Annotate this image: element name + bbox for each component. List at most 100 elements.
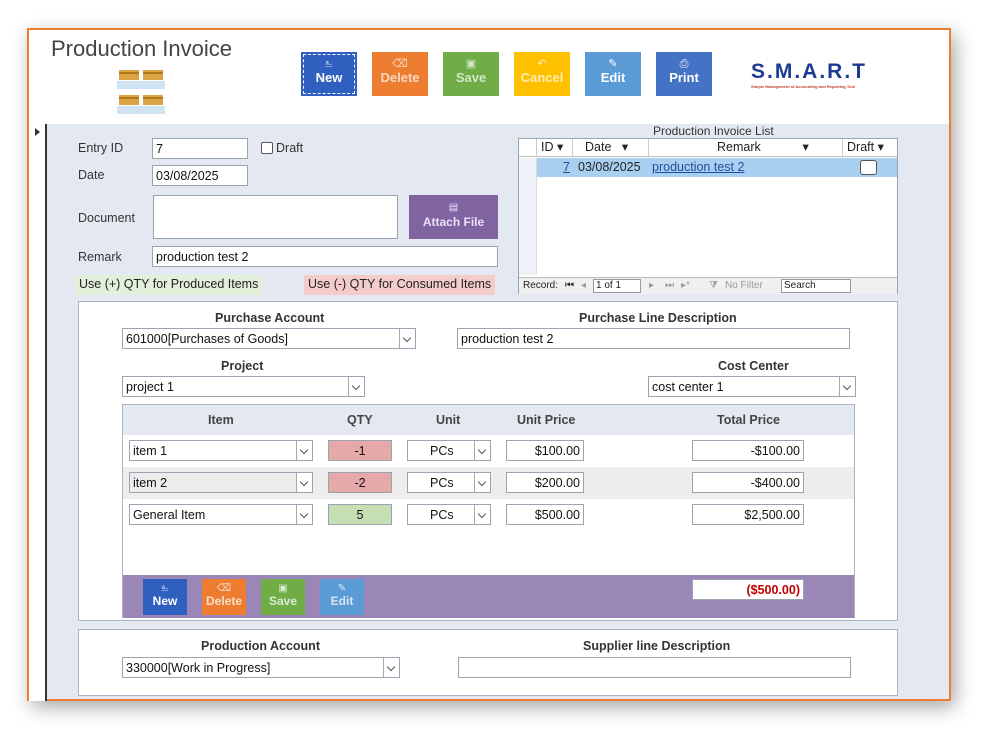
table-row: item 2 -2 PCs $200.00 -$400.00 bbox=[123, 467, 854, 499]
project-label: Project bbox=[221, 359, 264, 373]
project-select[interactable]: project 1 bbox=[122, 376, 365, 397]
remark-field[interactable]: production test 2 bbox=[152, 246, 498, 267]
prev-record-icon[interactable]: ◂ bbox=[581, 278, 586, 294]
header: Production Invoice ⎁ New ⌫ Delete ▣ Save ↶ C… bbox=[29, 30, 949, 124]
date-field[interactable]: 03/08/2025 bbox=[152, 165, 248, 186]
pallet-boxes-icon bbox=[117, 70, 165, 114]
current-record-arrow-icon bbox=[35, 128, 40, 136]
line-edit-button[interactable]: ✎ Edit bbox=[320, 579, 364, 615]
print-icon: ⎙ bbox=[679, 58, 689, 70]
item-select[interactable]: General Item bbox=[129, 504, 313, 525]
filter-icon: ⧩ bbox=[709, 280, 718, 291]
chevron-down-icon[interactable] bbox=[383, 658, 399, 677]
list-cell-remark[interactable]: production test 2 bbox=[649, 158, 843, 177]
last-record-icon[interactable]: ⏭ bbox=[665, 278, 674, 294]
list-col-date[interactable]: Date ▾ bbox=[573, 139, 649, 157]
unit-select[interactable]: PCs bbox=[407, 440, 491, 461]
purchase-account-select[interactable]: 601000[Purchases of Goods] bbox=[122, 328, 416, 349]
qty-field[interactable]: 5 bbox=[328, 504, 392, 525]
edit-icon: ✎ bbox=[608, 58, 618, 70]
table-row: General Item 5 PCs $500.00 $2,500.00 bbox=[123, 499, 854, 531]
line-save-button[interactable]: ▣ Save bbox=[261, 579, 305, 615]
lines-footer: ⎁ New ⌫ Delete ▣ Save ✎ Edit ($500.00) bbox=[123, 575, 854, 618]
col-qty: QTY bbox=[347, 413, 373, 427]
unit-select[interactable]: PCs bbox=[407, 504, 491, 525]
list-cell-draft bbox=[843, 158, 897, 177]
line-delete-button[interactable]: ⌫ Delete bbox=[202, 579, 246, 615]
document-label: Document bbox=[78, 211, 135, 225]
new-button[interactable]: ⎁ New bbox=[301, 52, 357, 96]
item-select[interactable]: item 1 bbox=[129, 440, 313, 461]
search-input[interactable]: Search bbox=[781, 279, 851, 293]
chevron-down-icon[interactable] bbox=[296, 505, 312, 524]
save-icon: ▣ bbox=[465, 58, 477, 70]
line-new-button[interactable]: ⎁ New bbox=[143, 579, 187, 615]
eraser-icon: ⌫ bbox=[392, 58, 408, 70]
record-position[interactable]: 1 of 1 bbox=[593, 279, 641, 293]
cancel-button[interactable]: ↶ Cancel bbox=[514, 52, 570, 96]
chevron-down-icon[interactable] bbox=[474, 505, 490, 524]
col-total-price: Total Price bbox=[717, 413, 780, 427]
list-draft-checkbox[interactable] bbox=[860, 160, 877, 175]
cost-center-select[interactable]: cost center 1 bbox=[648, 376, 856, 397]
production-account-label: Production Account bbox=[201, 639, 320, 653]
unit-price-field[interactable]: $500.00 bbox=[506, 504, 584, 525]
table-row: item 1 -1 PCs $100.00 -$100.00 bbox=[123, 435, 854, 467]
new-record-icon[interactable]: ▸* bbox=[681, 278, 690, 294]
no-filter-label[interactable]: No Filter bbox=[725, 278, 763, 294]
delete-button[interactable]: ⌫ Delete bbox=[372, 52, 428, 96]
edit-button[interactable]: ✎ Edit bbox=[585, 52, 641, 96]
next-record-icon[interactable]: ▸ bbox=[649, 278, 654, 294]
document-field[interactable] bbox=[153, 195, 398, 239]
production-section: Production Account 330000[Work in Progre… bbox=[78, 629, 898, 696]
purchase-account-label: Purchase Account bbox=[215, 311, 325, 325]
lines-header: Item QTY Unit Unit Price Total Price bbox=[123, 405, 854, 435]
entry-id-field[interactable]: 7 bbox=[152, 138, 248, 159]
list-cell-date: 03/08/2025 bbox=[573, 158, 649, 177]
undo-icon: ↶ bbox=[537, 58, 547, 70]
unit-price-field[interactable]: $100.00 bbox=[506, 440, 584, 461]
new-icon: ⎁ bbox=[324, 58, 334, 70]
hint-produced: Use (+) QTY for Produced Items bbox=[75, 275, 263, 295]
col-unit-price: Unit Price bbox=[517, 413, 576, 427]
unit-select[interactable]: PCs bbox=[407, 472, 491, 493]
first-record-icon[interactable]: ⏮ bbox=[565, 278, 574, 294]
qty-field[interactable]: -2 bbox=[328, 472, 392, 493]
chevron-down-icon[interactable] bbox=[296, 441, 312, 460]
page-title: Production Invoice bbox=[51, 36, 232, 61]
chevron-down-icon[interactable] bbox=[399, 329, 415, 348]
attach-file-button[interactable]: ▤ Attach File bbox=[409, 195, 498, 239]
production-account-select[interactable]: 330000[Work in Progress] bbox=[122, 657, 400, 678]
record-label: Record: bbox=[523, 280, 559, 291]
purchase-line-desc-field[interactable]: production test 2 bbox=[457, 328, 850, 349]
purchase-section: Purchase Account 601000[Purchases of Goo… bbox=[78, 301, 898, 621]
chevron-down-icon[interactable] bbox=[474, 441, 490, 460]
supplier-desc-field[interactable] bbox=[458, 657, 851, 678]
col-unit: Unit bbox=[436, 413, 461, 427]
lines-grid: Item QTY Unit Unit Price Total Price ite… bbox=[122, 404, 855, 618]
brand-subtitle: Simple Management of Accounting and Repo… bbox=[751, 84, 855, 89]
save-button[interactable]: ▣ Save bbox=[443, 52, 499, 96]
entry-id-label: Entry ID bbox=[78, 141, 124, 155]
cost-center-label: Cost Center bbox=[718, 359, 789, 373]
list-col-remark[interactable]: Remark ▾ bbox=[649, 139, 843, 157]
list-cell-id[interactable]: 7 bbox=[537, 158, 573, 177]
unit-price-field[interactable]: $200.00 bbox=[506, 472, 584, 493]
list-col-id[interactable]: ID ▾ bbox=[537, 139, 573, 157]
qty-field[interactable]: -1 bbox=[328, 440, 392, 461]
draft-checkbox[interactable] bbox=[261, 142, 273, 154]
item-select[interactable]: item 2 bbox=[129, 472, 313, 493]
purchase-line-desc-label: Purchase Line Description bbox=[579, 311, 737, 325]
draft-label: Draft bbox=[276, 141, 304, 155]
chevron-down-icon[interactable] bbox=[474, 473, 490, 492]
brand-logo: S.M.A.R.T bbox=[751, 60, 867, 83]
attach-icon: ▤ bbox=[448, 202, 459, 213]
list-col-draft[interactable]: Draft ▾ bbox=[843, 139, 897, 157]
print-button[interactable]: ⎙ Print bbox=[656, 52, 712, 96]
chevron-down-icon[interactable] bbox=[296, 473, 312, 492]
date-label: Date bbox=[78, 168, 105, 182]
chevron-down-icon[interactable] bbox=[839, 377, 855, 396]
remark-label: Remark bbox=[78, 250, 122, 264]
chevron-down-icon[interactable] bbox=[348, 377, 364, 396]
record-selector[interactable] bbox=[29, 124, 47, 701]
